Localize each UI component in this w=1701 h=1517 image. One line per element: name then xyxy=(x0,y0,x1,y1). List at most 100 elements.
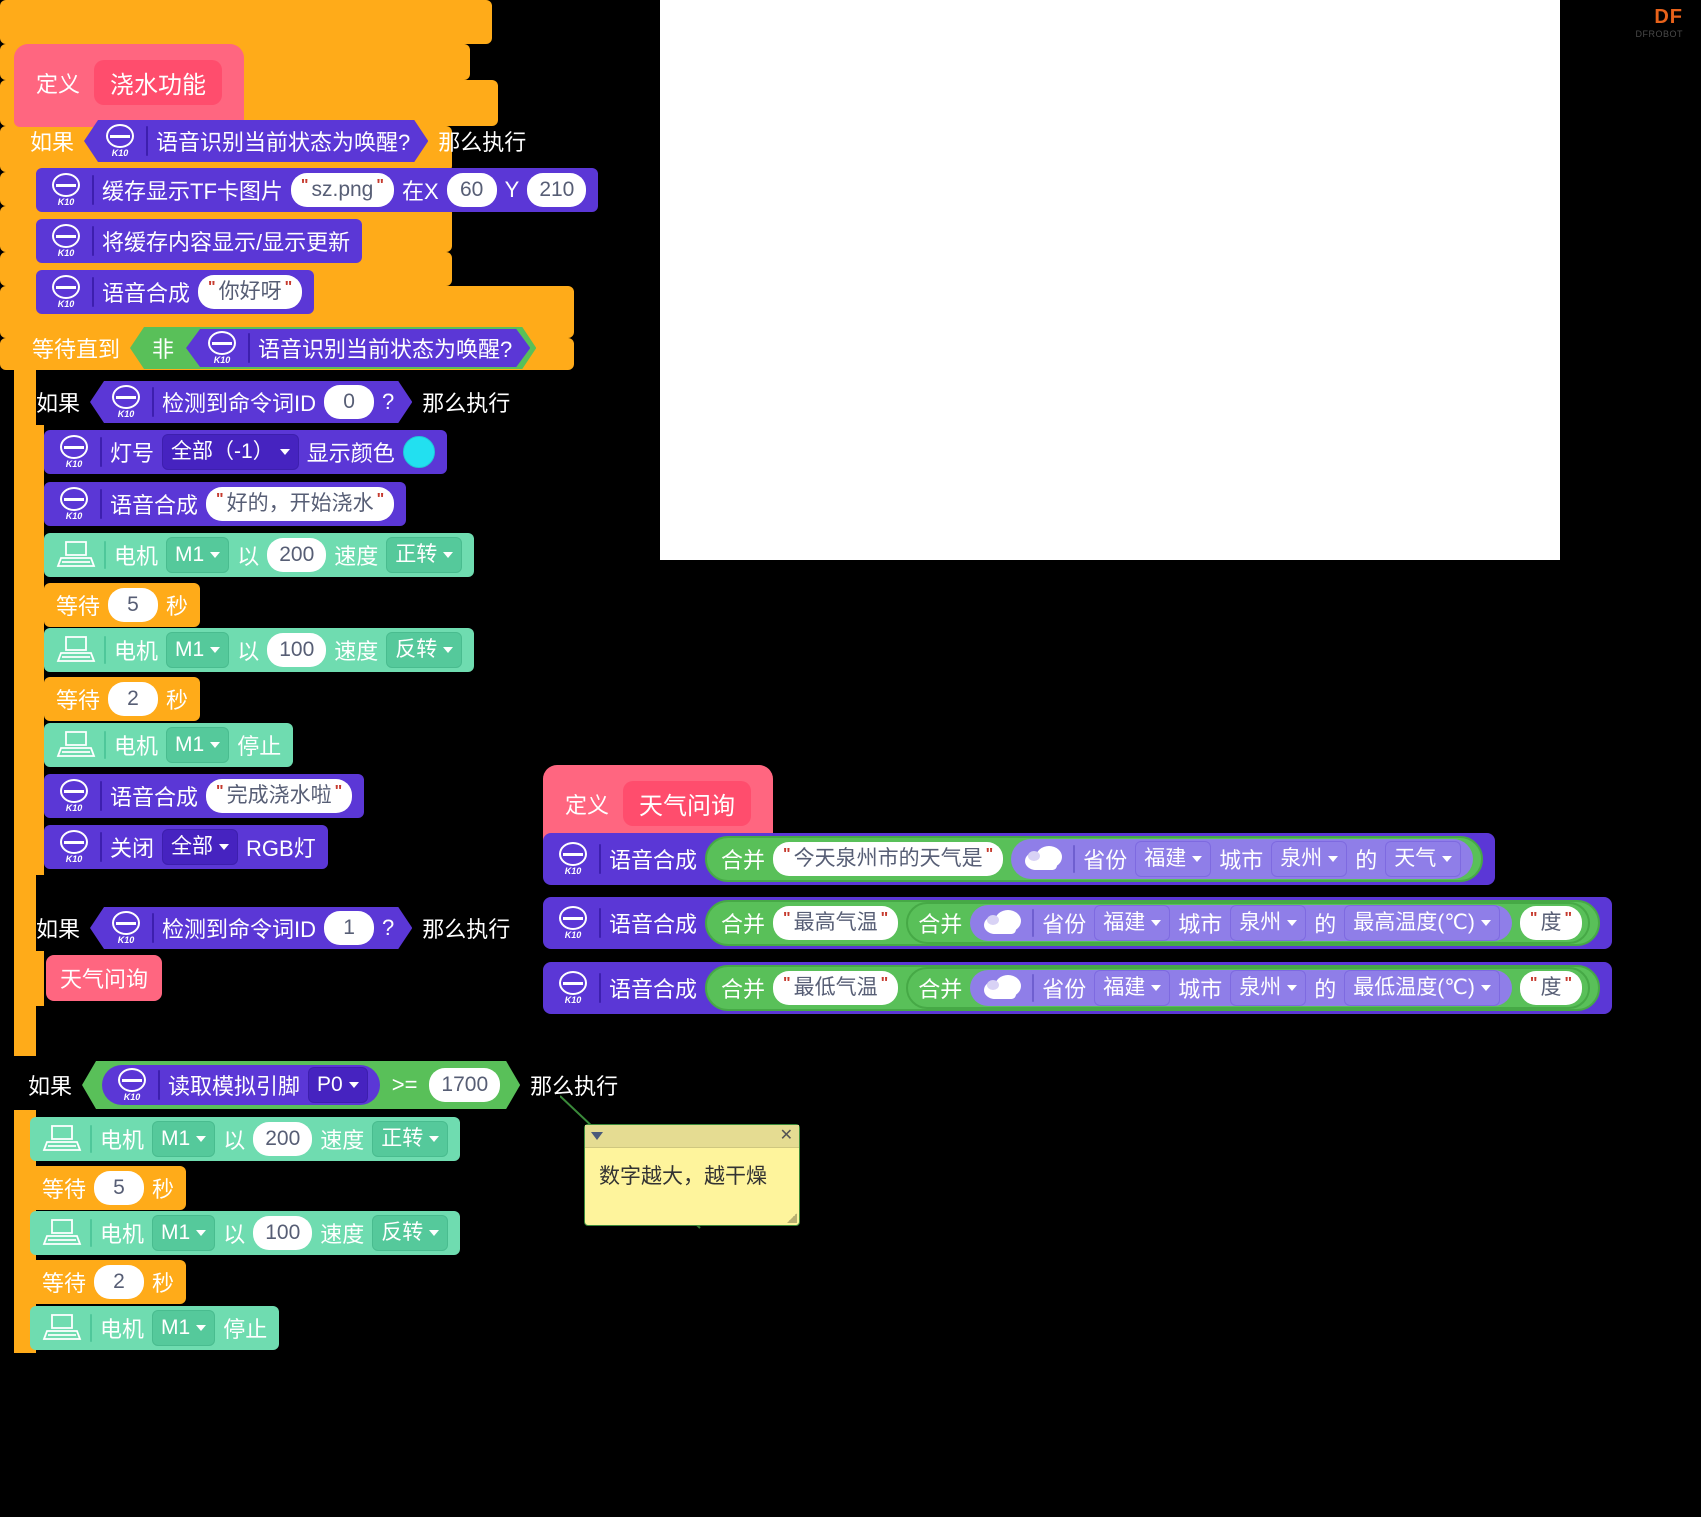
weather-field-dropdown[interactable]: 天气 xyxy=(1385,841,1462,877)
if-cmd0-row[interactable]: 如果 K10 检测到命令词ID 0 ? 那么执行 xyxy=(36,381,510,423)
block-tts-weather-max[interactable]: K10 语音合成 合并 " 最高气温 " 合并 省份 福建 城市 泉州 的 最高… xyxy=(543,897,1613,949)
wait-seconds-input[interactable]: 5 xyxy=(94,1171,145,1205)
block-motor-stop-1-body[interactable]: 电机 M1 停止 xyxy=(44,723,294,767)
rgb-off-dropdown[interactable]: 全部 xyxy=(162,829,239,865)
tts-start-watering-input[interactable]: " 好的，开始浇水 " xyxy=(206,487,395,521)
define-hat-watering[interactable]: 定义 浇水功能 xyxy=(14,44,245,127)
operator-not[interactable]: 非 K10 语音识别当前状态为唤醒? xyxy=(130,327,536,369)
if-wake-row[interactable]: 如果 K10 语音识别当前状态为唤醒? 那么执行 xyxy=(30,120,526,162)
join-2-string-input[interactable]: " 最高气温 " xyxy=(773,906,899,940)
block-wait-2s-1-body[interactable]: 等待 2 秒 xyxy=(44,677,201,721)
motor-speed-input[interactable]: 100 xyxy=(253,1216,313,1250)
join-3-tail-input[interactable]: " 度 " xyxy=(1519,971,1583,1005)
comment-resize-handle[interactable] xyxy=(787,1213,797,1223)
wait-seconds-input[interactable]: 5 xyxy=(108,588,159,622)
city-dropdown[interactable]: 泉州 xyxy=(1230,905,1307,941)
boolean-command-id-0[interactable]: K10 检测到命令词ID 0 ? xyxy=(90,381,412,423)
weather-reporter-2[interactable]: 省份 福建 城市 泉州 的 最高温度(℃) xyxy=(970,905,1512,941)
block-rgb-off-body[interactable]: K10 关闭 全部 RGB灯 xyxy=(44,825,328,869)
procedure-name-watering[interactable]: 浇水功能 xyxy=(94,60,223,105)
boolean-command-id-1[interactable]: K10 检测到命令词ID 1 ? xyxy=(90,907,412,949)
motor-speed-input[interactable]: 200 xyxy=(267,538,327,572)
block-show-tf-image[interactable]: K10 缓存显示TF卡图片 " sz.png " 在X 60 Y 210 xyxy=(36,168,599,212)
comment-text[interactable]: 数字越大，越干燥 xyxy=(585,1148,799,1202)
motor-direction-dropdown[interactable]: 反转 xyxy=(372,1215,449,1251)
block-tts-weather-min-body[interactable]: K10 语音合成 合并 " 最低气温 " 合并 省份 福建 城市 泉州 的 最低… xyxy=(543,962,1613,1014)
motor-direction-dropdown[interactable]: 正转 xyxy=(386,537,463,573)
block-motor-forward-1-body[interactable]: 电机 M1 以 200 速度 正转 xyxy=(44,533,475,577)
province-dropdown[interactable]: 福建 xyxy=(1135,841,1212,877)
operator-join-2-inner[interactable]: 合并 省份 福建 城市 泉州 的 最高温度(℃) " 度 " xyxy=(906,902,1591,944)
motor-speed-input[interactable]: 100 xyxy=(267,633,327,667)
tts-done-watering-input[interactable]: " 完成浇水啦 " xyxy=(206,779,353,813)
command-id-1-input[interactable]: 1 xyxy=(324,911,374,945)
motor-port-dropdown[interactable]: M1 xyxy=(166,727,230,763)
chevron-down-icon[interactable] xyxy=(591,1132,603,1140)
city-dropdown[interactable]: 泉州 xyxy=(1271,841,1348,877)
tf-image-filename-input[interactable]: " sz.png " xyxy=(290,173,394,207)
boolean-voice-awake-2[interactable]: K10 语音识别当前状态为唤醒? xyxy=(186,329,530,367)
rgb-color-swatch[interactable] xyxy=(402,436,435,468)
tf-image-x-input[interactable]: 60 xyxy=(446,173,497,207)
block-motor-stop-2[interactable]: 电机 M1 停止 xyxy=(30,1306,280,1350)
block-show-tf-image-body[interactable]: K10 缓存显示TF卡图片 " sz.png " 在X 60 Y 210 xyxy=(36,168,599,212)
block-wait-2s-1[interactable]: 等待 2 秒 xyxy=(44,677,201,721)
province-dropdown[interactable]: 福建 xyxy=(1094,905,1171,941)
motor-direction-dropdown[interactable]: 反转 xyxy=(386,632,463,668)
block-motor-reverse-1-body[interactable]: 电机 M1 以 100 速度 反转 xyxy=(44,628,475,672)
block-tts-done-watering-body[interactable]: K10 语音合成 " 完成浇水啦 " xyxy=(44,774,365,818)
block-tts-weather-max-body[interactable]: K10 语音合成 合并 " 最高气温 " 合并 省份 福建 城市 泉州 的 最高… xyxy=(543,897,1613,949)
block-motor-reverse-2[interactable]: 电机 M1 以 100 速度 反转 xyxy=(30,1211,461,1255)
block-motor-stop-2-body[interactable]: 电机 M1 停止 xyxy=(30,1306,280,1350)
block-wait-2s-2[interactable]: 等待 2 秒 xyxy=(30,1260,187,1304)
weather-field-dropdown[interactable]: 最高温度(℃) xyxy=(1344,905,1500,941)
rgb-index-dropdown[interactable]: 全部（-1） xyxy=(162,434,299,470)
block-motor-reverse-1[interactable]: 电机 M1 以 100 速度 反转 xyxy=(44,628,475,672)
if-cmd1-row[interactable]: 如果 K10 检测到命令词ID 1 ? 那么执行 xyxy=(36,907,510,949)
close-icon[interactable]: ✕ xyxy=(780,1128,793,1144)
motor-port-dropdown[interactable]: M1 xyxy=(152,1310,216,1346)
block-tts-hello-body[interactable]: K10 语音合成 " 你好呀 " xyxy=(36,270,315,314)
block-tts-weather-today[interactable]: K10 语音合成 合并 " 今天泉州市的天气是 " 省份 福建 城市 泉州 的 … xyxy=(543,833,1496,885)
block-rgb-off[interactable]: K10 关闭 全部 RGB灯 xyxy=(44,825,328,869)
tts-hello-input[interactable]: " 你好呀 " xyxy=(198,275,303,309)
wait-seconds-input[interactable]: 2 xyxy=(94,1265,145,1299)
define-hat-body[interactable]: 定义 浇水功能 xyxy=(14,44,245,127)
boolean-voice-awake[interactable]: K10 语音识别当前状态为唤醒? xyxy=(84,120,428,162)
command-id-0-input[interactable]: 0 xyxy=(324,385,374,419)
analog-pin-dropdown[interactable]: P0 xyxy=(308,1067,368,1103)
block-rgb-show-color-body[interactable]: K10 灯号 全部（-1） 显示颜色 xyxy=(44,430,447,474)
call-weather-query-pill[interactable]: 天气问询 xyxy=(46,955,163,1001)
block-motor-forward-2-body[interactable]: 电机 M1 以 200 速度 正转 xyxy=(30,1117,461,1161)
wait-until-row[interactable]: 等待直到 非 K10 语音识别当前状态为唤醒? xyxy=(32,327,536,369)
block-motor-forward-1[interactable]: 电机 M1 以 200 速度 正转 xyxy=(44,533,475,577)
operator-join-3-outer[interactable]: 合并 " 最低气温 " 合并 省份 福建 城市 泉州 的 最低温度(℃) " 度… xyxy=(705,965,1601,1011)
block-motor-reverse-2-body[interactable]: 电机 M1 以 100 速度 反转 xyxy=(30,1211,461,1255)
operator-gte[interactable]: K10 读取模拟引脚 P0 >= 1700 xyxy=(82,1061,520,1109)
motor-port-dropdown[interactable]: M1 xyxy=(166,632,230,668)
blocks-workspace[interactable]: DF DFROBOT 定义 浇水功能 如果 K10 语音识别当前状态为唤醒? 那… xyxy=(0,0,1701,1517)
block-tts-hello[interactable]: K10 语音合成 " 你好呀 " xyxy=(36,270,315,314)
procedure-name-weather[interactable]: 天气问询 xyxy=(623,781,752,826)
tf-image-y-input[interactable]: 210 xyxy=(527,173,587,207)
join-1-string-input[interactable]: " 今天泉州市的天气是 " xyxy=(773,842,1004,876)
block-refresh-display-body[interactable]: K10 将缓存内容显示/显示更新 xyxy=(36,219,363,263)
operator-join-2-outer[interactable]: 合并 " 最高气温 " 合并 省份 福建 城市 泉州 的 最高温度(℃) " 度… xyxy=(705,900,1601,946)
block-wait-5s-1[interactable]: 等待 5 秒 xyxy=(44,583,201,627)
comment-header[interactable]: ✕ xyxy=(585,1125,799,1148)
motor-port-dropdown[interactable]: M1 xyxy=(152,1215,216,1251)
weather-reporter-3[interactable]: 省份 福建 城市 泉州 的 最低温度(℃) xyxy=(970,970,1512,1006)
if-moisture-row[interactable]: 如果 K10 读取模拟引脚 P0 >= 1700 那么执行 xyxy=(28,1061,618,1109)
block-tts-weather-today-body[interactable]: K10 语音合成 合并 " 今天泉州市的天气是 " 省份 福建 城市 泉州 的 … xyxy=(543,833,1496,885)
motor-port-dropdown[interactable]: M1 xyxy=(166,537,230,573)
motor-direction-dropdown[interactable]: 正转 xyxy=(372,1121,449,1157)
motor-speed-input[interactable]: 200 xyxy=(253,1122,313,1156)
block-rgb-show-color[interactable]: K10 灯号 全部（-1） 显示颜色 xyxy=(44,430,447,474)
block-wait-5s-2-body[interactable]: 等待 5 秒 xyxy=(30,1166,187,1210)
operator-join-3-inner[interactable]: 合并 省份 福建 城市 泉州 的 最低温度(℃) " 度 " xyxy=(906,967,1591,1009)
city-dropdown[interactable]: 泉州 xyxy=(1230,970,1307,1006)
weather-field-dropdown[interactable]: 最低温度(℃) xyxy=(1344,970,1500,1006)
join-3-string-input[interactable]: " 最低气温 " xyxy=(773,971,899,1005)
province-dropdown[interactable]: 福建 xyxy=(1094,970,1171,1006)
weather-reporter-1[interactable]: 省份 福建 城市 泉州 的 天气 xyxy=(1011,839,1474,879)
